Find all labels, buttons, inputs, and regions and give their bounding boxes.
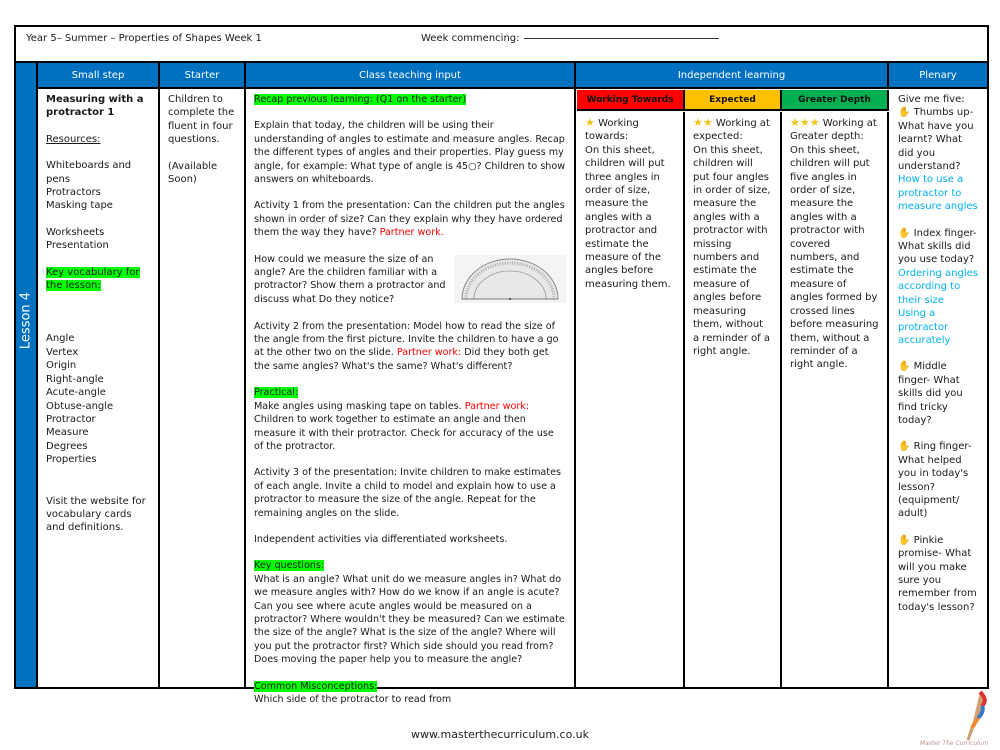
- resource-item: Worksheets: [46, 226, 105, 238]
- col-header-independent: Independent learning: [576, 63, 889, 89]
- hand-icon: ✋: [898, 441, 911, 453]
- activity-3: Activity 3 of the presentation: Invite c…: [254, 467, 561, 519]
- hand-icon: ✋: [898, 534, 911, 546]
- col-header-plenary: Plenary: [889, 63, 987, 89]
- plenary-item: ✋ Index finger- What skills did you use …: [898, 227, 978, 348]
- practical-followup: Children to work together to estimate an…: [254, 414, 554, 452]
- page-title: Year 5– Summer – Properties of Shapes We…: [26, 33, 262, 44]
- lesson-label: Lesson 4: [18, 291, 34, 350]
- vocab-item: Right-angle: [46, 373, 104, 385]
- resources-group-1: Whiteboards and pens Protractors Masking…: [46, 159, 150, 213]
- class-teaching-cell: Recap previous learning: (Q1 on the star…: [246, 89, 576, 705]
- week-commencing: Week commencing:: [421, 33, 719, 44]
- lesson-plan-sheet: Year 5– Summer – Properties of Shapes We…: [14, 25, 989, 705]
- resource-item: Presentation: [46, 240, 109, 252]
- misconceptions-section: Common Misconceptions: Which side of the…: [254, 680, 566, 707]
- plenary-answer: Ordering angles according to their size: [898, 267, 979, 306]
- plenary-prompt: Thumbs up- What have you learnt? What di…: [898, 107, 974, 173]
- level-text: On this sheet, children will put three a…: [585, 144, 671, 290]
- pencil-logo-icon: [966, 690, 987, 741]
- small-step-cell: Measuring with a protractor 1 Resources:…: [38, 89, 160, 687]
- plenary-item: ✋ Thumbs up- What have you learnt? What …: [898, 106, 978, 213]
- star-icon: ★★: [693, 116, 713, 129]
- plenary-prompt: Index finger- What skills did you use to…: [898, 227, 977, 266]
- practical-section: Practical: Make angles using masking tap…: [254, 386, 566, 453]
- resources-label: Resources:: [46, 133, 101, 145]
- practical-label: Practical:: [254, 387, 299, 399]
- recap-label: Recap previous learning: (Q1 on the star…: [254, 94, 467, 105]
- independent-note: Independent activities via differentiate…: [254, 533, 508, 545]
- website-note: Visit the website for vocabulary cards a…: [46, 495, 146, 534]
- plenary-item: ✋ Middle finger- What skills did you fin…: [898, 360, 978, 427]
- lesson-side-bar: Lesson 4: [16, 63, 38, 687]
- vocab-item: Obtuse-angle: [46, 400, 114, 412]
- protractor-question-text: How could we measure the size of an angl…: [254, 253, 446, 305]
- vocab-item: Protractor: [46, 413, 96, 425]
- col-header-small-step: Small step: [38, 63, 160, 89]
- misconceptions-text: Which side of the protractor to read fro…: [254, 694, 452, 705]
- vocab-list: Angle Vertex Origin Right-angle Acute-an…: [46, 332, 150, 466]
- vocab-item: Degrees: [46, 440, 88, 452]
- level-text: On this sheet, children will put five an…: [790, 144, 879, 371]
- level-cell-greater-depth: ★★★ Working at Greater depth: On this sh…: [782, 112, 889, 687]
- misconceptions-label: Common Misconceptions:: [254, 680, 378, 692]
- week-commencing-field[interactable]: [523, 38, 719, 39]
- key-questions-label: Key questions:: [254, 560, 325, 572]
- partner-work-tag: Partner work:: [396, 347, 462, 359]
- vocab-item: Vertex: [46, 346, 79, 358]
- level-cell-working-towards: ★ Working towards: On this sheet, childr…: [577, 112, 685, 687]
- plenary-prompt: Pinkie promise- What will you make sure …: [898, 534, 977, 613]
- level-header-working-towards: Working Towards: [577, 90, 685, 111]
- plenary-cell: Give me five: ✋ Thumbs up- What have you…: [889, 89, 987, 687]
- brand-logo: Master The Curriculum: [920, 690, 990, 750]
- hand-icon: ✋: [898, 361, 911, 373]
- key-questions-section: Key questions: What is an angle? What un…: [254, 559, 566, 666]
- starter-text: Children to complete the fluent in four …: [168, 94, 235, 146]
- title-row: Year 5– Summer – Properties of Shapes We…: [16, 27, 987, 63]
- starter-note: (Available Soon): [168, 160, 218, 186]
- hand-icon: ✋: [898, 227, 911, 239]
- vocab-label: Key vocabulary for the lesson:: [46, 266, 140, 292]
- footer-url[interactable]: www.masterthecurriculum.co.uk: [0, 728, 1000, 741]
- plenary-prompt: Ring finger- What helped you in today's …: [898, 441, 972, 520]
- level-text: On this sheet, children will put four an…: [693, 144, 771, 357]
- star-icon: ★: [585, 116, 595, 129]
- resources-group-2: Worksheets Presentation: [46, 226, 150, 253]
- vocab-item: Acute-angle: [46, 387, 106, 399]
- explain-text: Explain that today, the children will be…: [254, 120, 566, 186]
- resource-item: Whiteboards and pens: [46, 160, 132, 185]
- resource-item: Masking tape: [46, 200, 113, 212]
- vocab-item: Angle: [46, 333, 75, 345]
- plenary-intro: Give me five:: [898, 94, 965, 105]
- activity-1: Activity 1 from the presentation: Can th…: [254, 199, 566, 239]
- resource-item: Protractors: [46, 187, 101, 199]
- practical-text: Make angles using masking tape on tables…: [254, 400, 462, 412]
- protractor-image: [454, 254, 566, 303]
- level-cell-expected: ★★ Working at expected: On this sheet, c…: [685, 112, 782, 687]
- plenary-answer: How to use a protractor to measure angle…: [898, 174, 978, 213]
- partner-work-tag: Partner work:: [464, 400, 530, 412]
- small-step-title: Measuring with a protractor 1: [46, 94, 144, 119]
- col-header-class-teaching: Class teaching input: [246, 63, 576, 89]
- star-icon: ★★★: [790, 116, 820, 129]
- plenary-item: ✋ Pinkie promise- What will you make sur…: [898, 534, 978, 614]
- vocab-item: Properties: [46, 454, 97, 466]
- level-header-greater-depth: Greater Depth: [782, 90, 889, 111]
- hand-icon: ✋: [898, 107, 911, 119]
- logo-text: Master The Curriculum: [920, 740, 989, 747]
- vocab-item: Origin: [46, 360, 77, 372]
- activity-2: Activity 2 from the presentation: Model …: [254, 320, 566, 374]
- col-header-starter: Starter: [160, 63, 246, 89]
- partner-work-tag: Partner work.: [379, 227, 444, 239]
- level-header-expected: Expected: [685, 90, 782, 111]
- plenary-item: ✋ Ring finger- What helped you in today'…: [898, 440, 978, 520]
- starter-cell: Children to complete the fluent in four …: [160, 89, 246, 687]
- vocab-item: Measure: [46, 427, 89, 439]
- plenary-answer: Using a protractor accurately: [898, 308, 951, 346]
- protractor-question: How could we measure the size of an angl…: [254, 253, 566, 307]
- key-questions-text: What is an angle? What unit do we measur…: [254, 573, 565, 666]
- week-commencing-label: Week commencing:: [421, 33, 520, 44]
